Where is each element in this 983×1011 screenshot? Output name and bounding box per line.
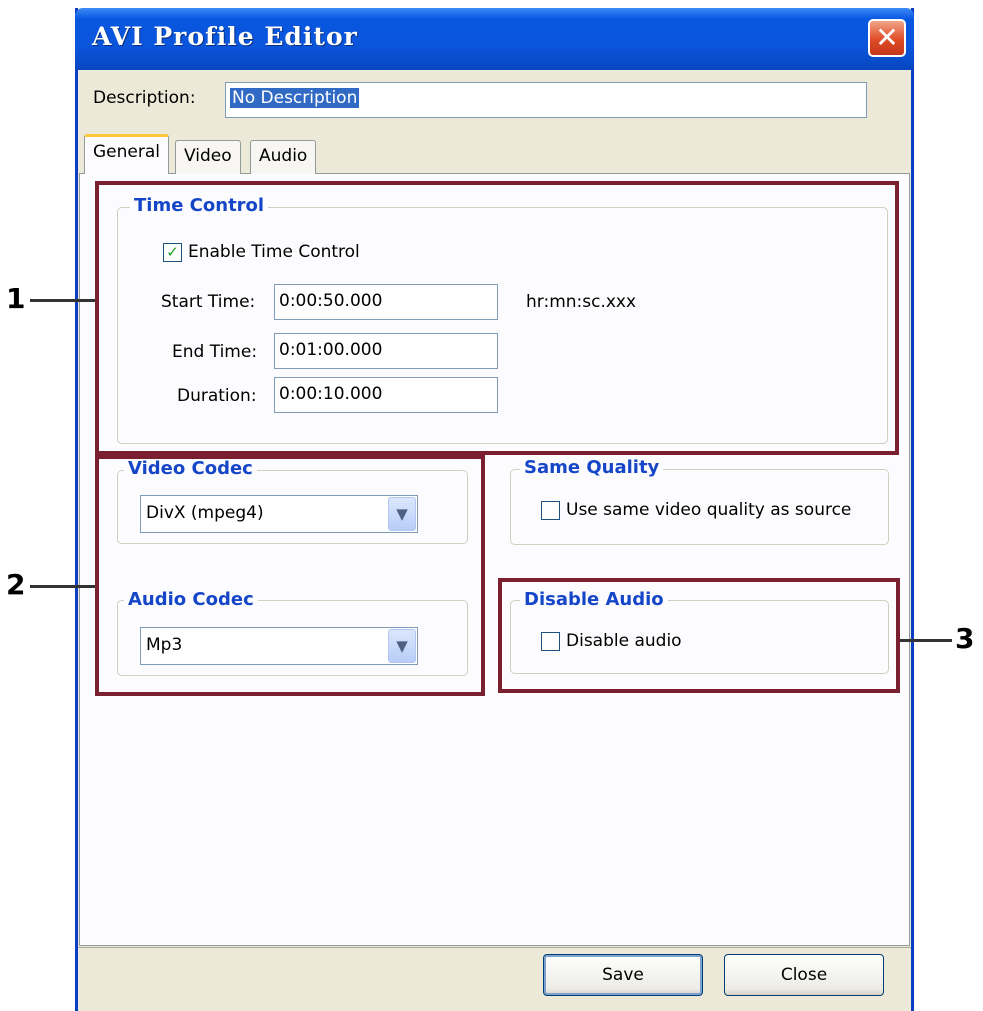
window-title: AVI Profile Editor [92, 22, 358, 51]
tab-video[interactable]: Video [175, 140, 241, 174]
callout-number-2: 2 [6, 568, 26, 601]
close-window-button[interactable]: ✕ [868, 19, 906, 57]
callout-number-1: 1 [6, 282, 26, 315]
tab-general[interactable]: General [84, 134, 169, 174]
callout-box-1 [95, 181, 899, 455]
close-button[interactable]: Close [724, 954, 884, 996]
save-button[interactable]: Save [543, 954, 703, 996]
callout-number-3: 3 [955, 622, 975, 655]
same-quality-title: Same Quality [520, 457, 664, 478]
same-quality-label: Use same video quality as source [566, 500, 852, 520]
tab-audio[interactable]: Audio [250, 140, 317, 174]
callout-line-1 [30, 299, 95, 302]
callout-box-3 [498, 578, 900, 693]
callout-line-2 [30, 585, 95, 588]
callout-line-3 [900, 639, 952, 642]
description-label: Description: [93, 88, 196, 108]
callout-box-2 [95, 455, 485, 696]
description-value: No Description [230, 88, 360, 108]
same-quality-checkbox[interactable] [541, 501, 560, 520]
description-input[interactable]: No Description [225, 82, 867, 118]
close-icon: ✕ [875, 21, 899, 54]
